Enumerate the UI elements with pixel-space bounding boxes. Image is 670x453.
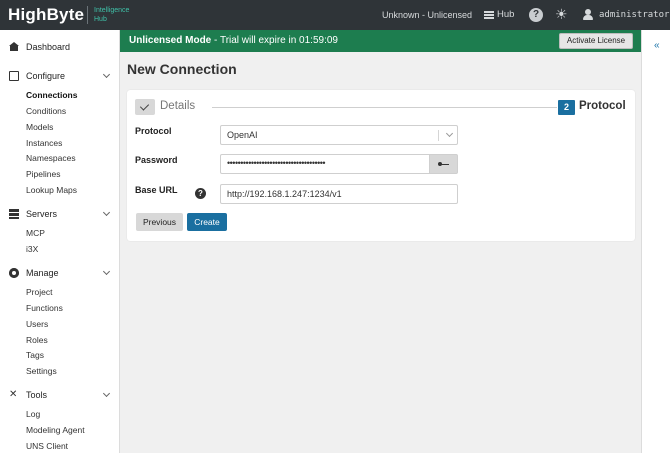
protocol-label: Protocol [135,126,172,136]
highbyte-logo[interactable]: HighByte [8,5,84,25]
select-separator [438,130,439,141]
previous-button[interactable]: Previous [136,213,183,231]
chevron-down-icon [102,208,111,217]
logo-subtitle: Intelligence Hub [94,6,129,24]
hub-label: Hub [497,9,515,20]
sidebar-label: Project [26,287,53,297]
sidebar-section-label: Tools [26,390,48,400]
page-title: New Connection [127,61,237,77]
home-icon-body [10,46,18,51]
sidebar-label: Instances [26,138,63,148]
sidebar-label: Lookup Maps [26,185,78,195]
right-panel-strip: « [641,30,670,453]
activate-license-button[interactable]: Activate License [559,33,633,49]
sidebar-label: Settings [26,366,57,376]
sidebar-section-label: Servers [26,209,58,219]
help-icon[interactable]: ? [529,8,543,22]
step-number-badge: 2 [558,100,575,115]
show-password-button[interactable] [429,154,458,174]
chevron-down-icon [102,70,111,79]
sidebar-label: Connections [26,90,78,100]
username[interactable]: administrator [599,10,669,20]
configure-icon [9,71,19,81]
stepper-divider [212,107,557,108]
sidebar-label: Tags [26,350,44,360]
sidebar-label: Namespaces [26,153,76,163]
sidebar-label: Pipelines [26,169,61,179]
chevron-down-icon [102,267,111,276]
banner-text: Unlicensed Mode - Trial will expire in 0… [129,35,338,46]
license-status[interactable]: Unknown - Unlicensed [382,10,472,20]
create-button[interactable]: Create [187,213,227,231]
banner-message: - Trial will expire in 01:59:09 [211,35,338,46]
sidebar-label: Log [26,409,41,419]
sidebar: Dashboard Configure Connections Conditio… [0,30,120,453]
protocol-select[interactable]: OpenAI [220,125,458,145]
sidebar-section-label: Configure [26,71,66,81]
sidebar-label: i3X [26,244,39,254]
theme-toggle-icon[interactable]: ☀ [555,7,568,21]
hub-icon [484,10,494,19]
sidebar-label: Users [26,319,49,329]
servers-icon [9,209,19,219]
gear-icon [9,268,19,278]
chevron-down-icon [102,389,111,398]
sidebar-label: Dashboard [26,42,71,52]
password-field[interactable]: ••••••••••••••••••••••••••••••••••••• [220,154,430,174]
sidebar-label: Modeling Agent [26,425,85,435]
top-bar: HighByte Intelligence Hub Unknown - Unli… [0,0,670,30]
protocol-select-value: OpenAI [227,130,258,140]
sidebar-label: Functions [26,303,63,313]
step-protocol-label: Protocol [579,100,626,112]
hub-button[interactable]: Hub [484,9,514,20]
banner-mode: Unlicensed Mode [129,35,212,46]
step-details-label[interactable]: Details [160,100,195,112]
sidebar-label: Conditions [26,106,67,116]
sidebar-label: Roles [26,335,48,345]
step-complete-check-icon[interactable] [135,99,155,115]
logo-subtitle-line-1: Intelligence [94,7,130,14]
base-url-label: Base URL [135,185,178,195]
tools-icon: ✕ [9,389,18,400]
password-label: Password [135,155,178,165]
sidebar-label: UNS Client [26,441,69,451]
key-icon [438,162,450,166]
logo-divider [87,6,88,24]
logo-subtitle-line-2: Hub [94,16,107,23]
sidebar-label: MCP [26,228,45,238]
base-url-field[interactable]: http://192.168.1.247:1234/v1 [220,184,458,204]
user-icon[interactable] [583,9,593,20]
collapse-panel-icon[interactable]: « [654,40,660,51]
sidebar-section-label: Manage [26,268,59,278]
sidebar-label: Models [26,122,54,132]
license-banner: Unlicensed Mode - Trial will expire in 0… [120,30,641,52]
chevron-down-icon [445,129,454,138]
help-icon[interactable]: ? [195,188,206,199]
new-connection-card: Details 2 Protocol Protocol OpenAI Passw… [127,90,635,241]
